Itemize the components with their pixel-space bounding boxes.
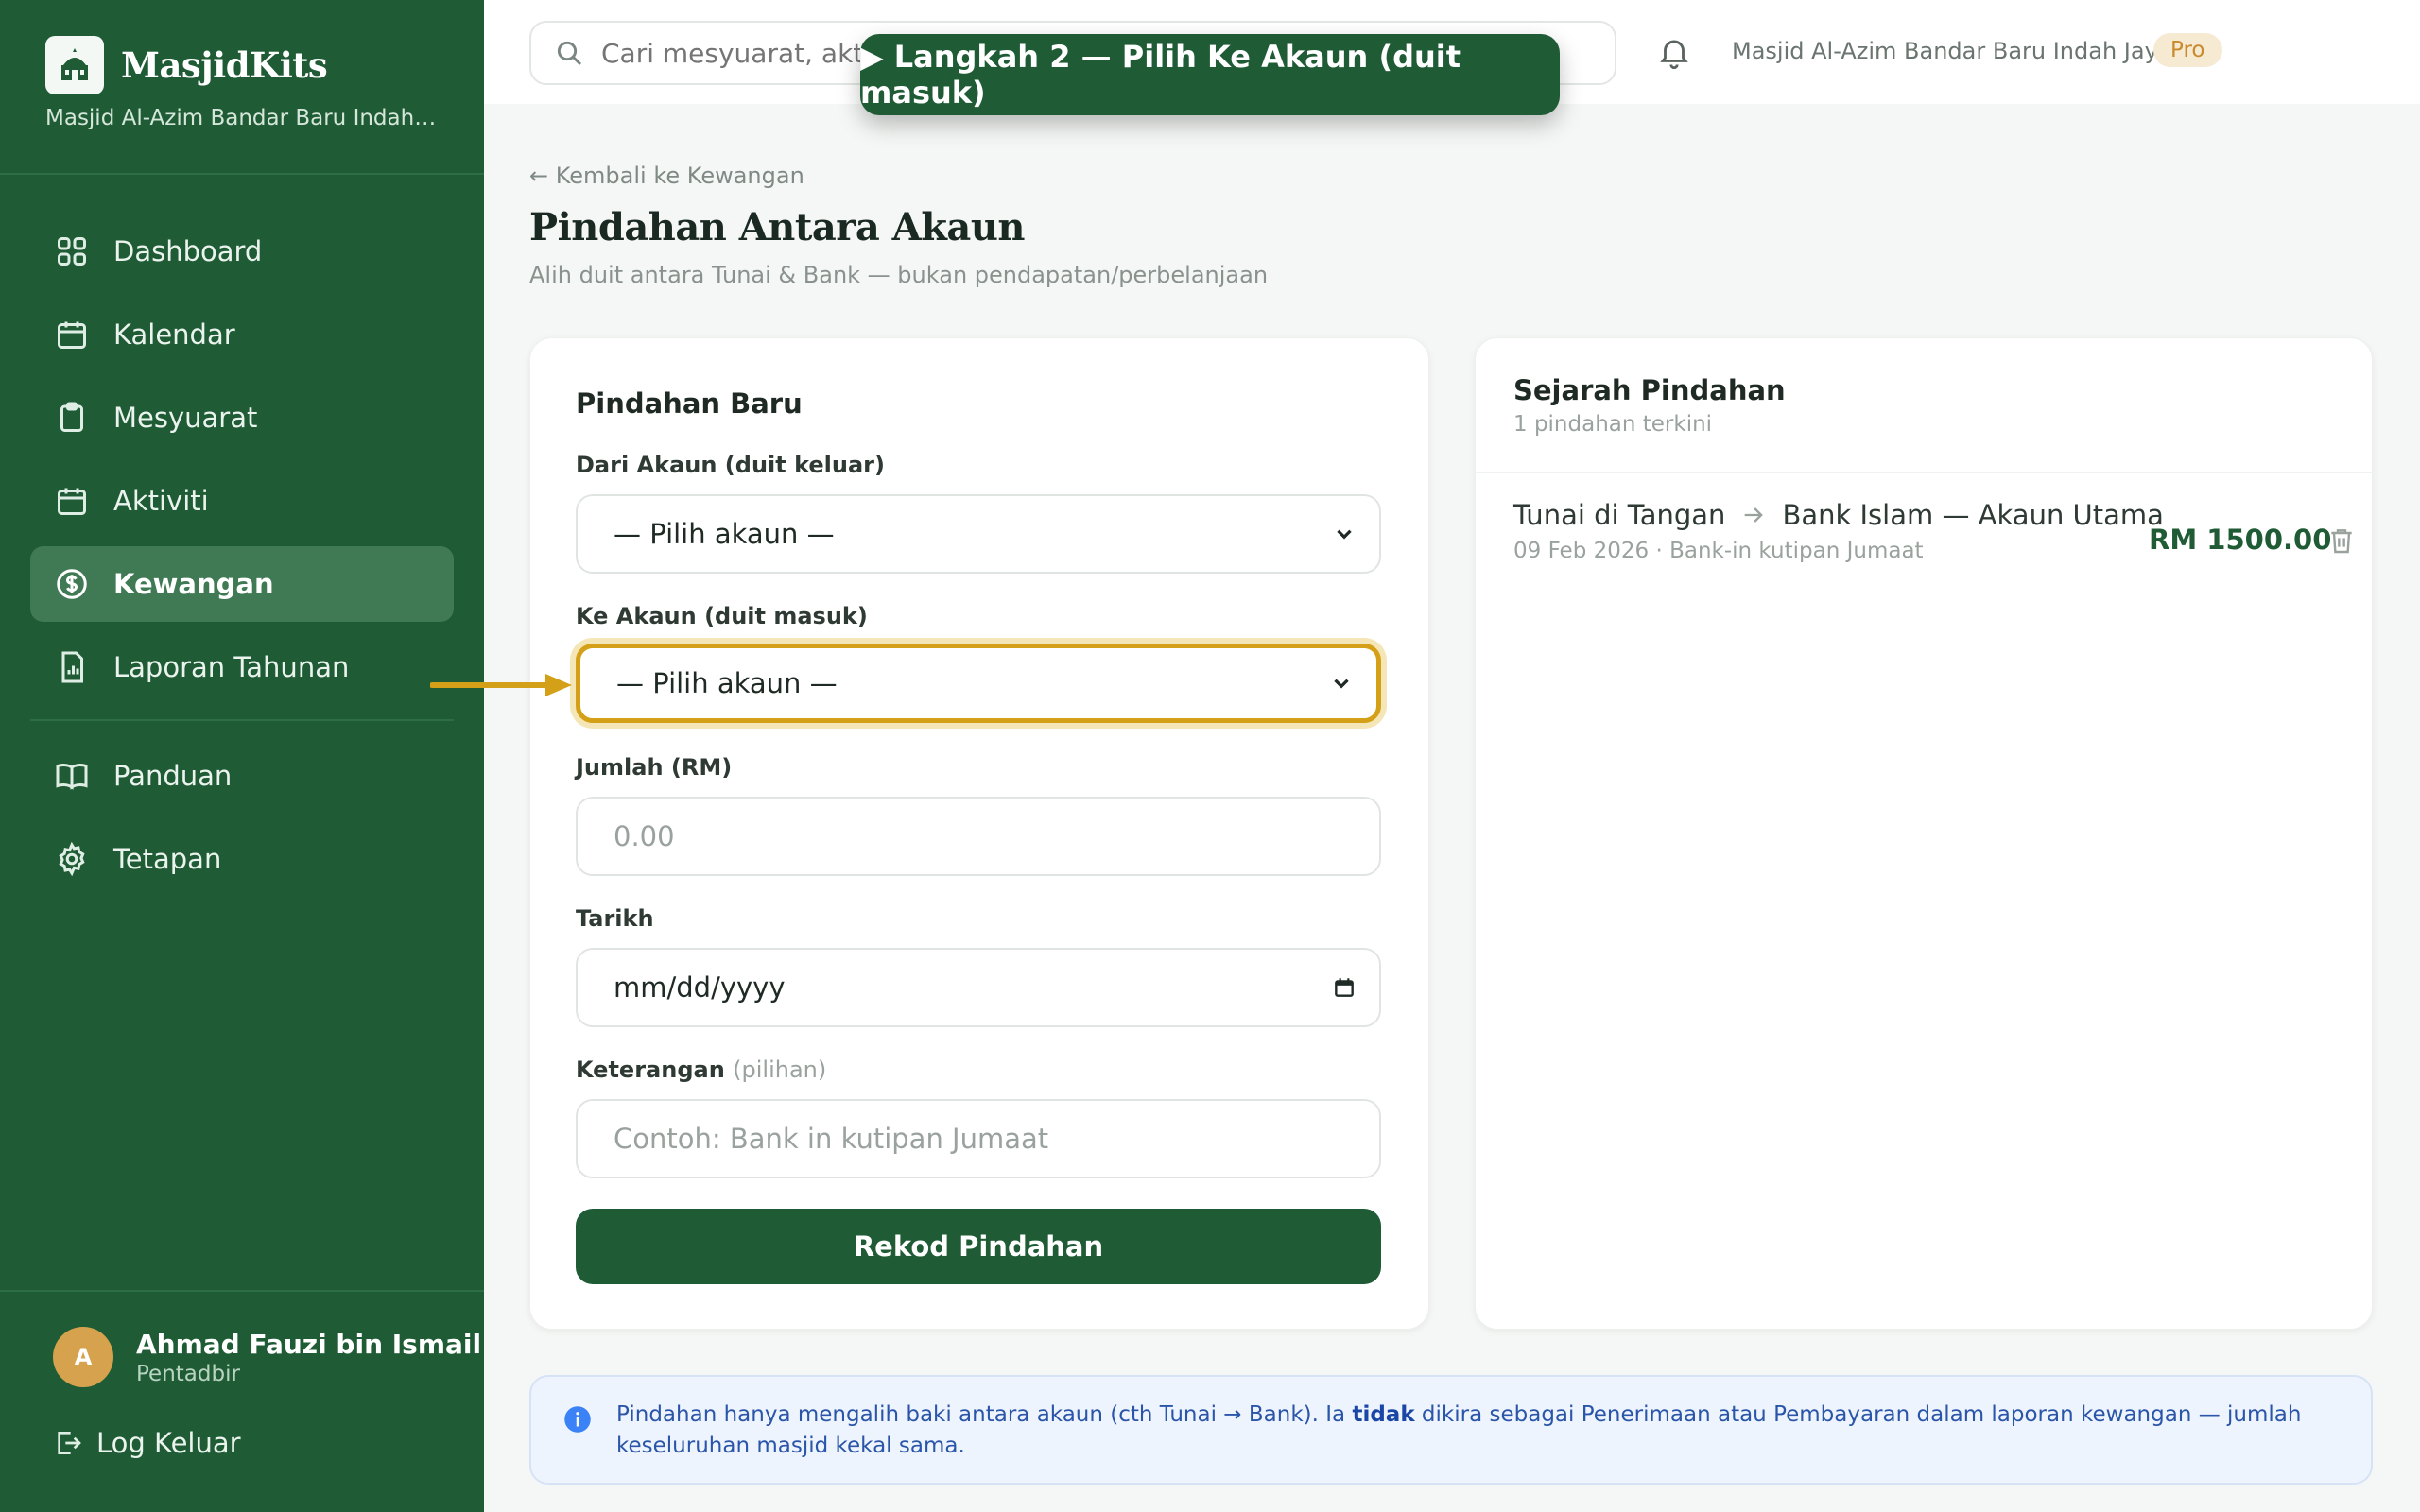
history-count: 1 pindahan terkini <box>1513 412 1713 437</box>
from-account-value: — Pilih akaun — <box>614 518 835 550</box>
avatar: A <box>53 1327 113 1387</box>
logout-label: Log Keluar <box>96 1427 241 1459</box>
user-name: Ahmad Fauzi bin Ismail <box>136 1328 482 1360</box>
info-emphasis: tidak <box>1352 1402 1415 1427</box>
sidebar-item-tetapan[interactable]: Tetapan <box>30 821 454 897</box>
logout-button[interactable]: Log Keluar <box>53 1427 241 1459</box>
sidebar-item-mesyuarat[interactable]: Mesyuarat <box>30 380 454 455</box>
sidebar-item-aktiviti[interactable]: Aktiviti <box>30 463 454 539</box>
sidebar-item-label: Panduan <box>113 760 233 792</box>
note-placeholder: Contoh: Bank in kutipan Jumaat <box>614 1123 1049 1155</box>
bell-icon[interactable] <box>1656 34 1692 70</box>
sidebar-item-label: Laporan Tahunan <box>113 651 350 683</box>
page-subtitle: Alih duit antara Tunai & Bank — bukan pe… <box>529 262 1269 288</box>
divider <box>0 1290 484 1292</box>
to-account-select[interactable]: — Pilih akaun — <box>576 644 1381 723</box>
mosque-name: Masjid Al-Azim Bandar Baru Indah Jaya <box>1732 38 2172 64</box>
mosque-name-short: Masjid Al-Azim Bandar Baru Indah J... <box>45 106 442 130</box>
back-link[interactable]: ← Kembali ke Kewangan <box>529 163 804 189</box>
sidebar-item-label: Dashboard <box>113 235 263 267</box>
page-title: Pindahan Antara Akaun <box>529 205 1026 249</box>
sidebar-item-dashboard[interactable]: Dashboard <box>30 214 454 289</box>
search-icon <box>557 41 582 66</box>
sidebar-item-label: Kewangan <box>113 568 274 600</box>
divider <box>0 173 484 175</box>
gear-icon <box>59 842 85 876</box>
note-input[interactable]: Contoh: Bank in kutipan Jumaat <box>576 1099 1381 1178</box>
user-role: Pentadbir <box>136 1361 240 1386</box>
book-icon <box>56 764 88 790</box>
report-icon <box>61 651 83 683</box>
transfer-history-card: Sejarah Pindahan 1 pindahan terkini Tuna… <box>1475 337 2374 1330</box>
to-account-value: — Pilih akaun — <box>616 667 838 699</box>
history-amount: RM 1500.00 <box>2149 524 2332 556</box>
user-profile[interactable]: A Ahmad Fauzi bin Ismail Pentadbir <box>53 1327 481 1387</box>
info-text: Pindahan hanya mengalih baki antara akau… <box>616 1402 2302 1458</box>
info-icon <box>564 1406 591 1433</box>
calendar-icon <box>58 488 86 515</box>
info-note: Pindahan hanya mengalih baki antara akau… <box>529 1375 2373 1485</box>
optional-hint: (pilihan) <box>733 1057 827 1083</box>
dollar-icon <box>57 569 87 599</box>
divider <box>1476 472 2374 473</box>
sidebar: MasjidKits Masjid Al-Azim Bandar Baru In… <box>0 0 484 1512</box>
brand[interactable]: MasjidKits <box>45 36 328 94</box>
amount-placeholder: 0.00 <box>614 820 675 852</box>
calendar-icon <box>58 321 86 349</box>
form-title: Pindahan Baru <box>576 387 803 420</box>
clipboard-icon <box>60 402 83 432</box>
amount-label: Jumlah (RM) <box>576 754 733 781</box>
pointer-arrow-icon <box>430 674 572 696</box>
plan-badge: Pro <box>2153 33 2222 67</box>
date-input[interactable]: mm/dd/yyyy <box>576 948 1381 1027</box>
history-from-account: Tunai di Tangan <box>1513 499 1726 531</box>
app-name: MasjidKits <box>121 44 328 86</box>
history-to-account: Bank Islam — Akaun Utama <box>1782 499 2164 531</box>
calendar-icon[interactable] <box>1332 975 1357 1000</box>
note-label: Keterangan (pilihan) <box>576 1057 827 1083</box>
mosque-logo-icon <box>45 36 104 94</box>
date-label: Tarikh <box>576 905 654 932</box>
sidebar-item-label: Tetapan <box>113 843 222 875</box>
chevron-down-icon <box>1334 679 1349 689</box>
grid-icon <box>58 237 86 266</box>
from-account-select[interactable]: — Pilih akaun — <box>576 494 1381 574</box>
sidebar-item-kewangan[interactable]: Kewangan <box>30 546 454 622</box>
amount-input[interactable]: 0.00 <box>576 797 1381 876</box>
sidebar-item-kalendar[interactable]: Kalendar <box>30 297 454 372</box>
history-row: Tunai di Tangan Bank Islam — Akaun Utama… <box>1513 499 2352 575</box>
trash-icon[interactable] <box>2326 525 2357 556</box>
from-account-label: Dari Akaun (duit keluar) <box>576 452 885 478</box>
tutorial-step-banner: ▶ Langkah 2 — Pilih Ke Akaun (duit masuk… <box>860 34 1560 115</box>
transfer-form-card: Pindahan Baru Dari Akaun (duit keluar) —… <box>529 337 1429 1330</box>
sidebar-item-label: Mesyuarat <box>113 402 258 434</box>
sidebar-item-laporan-tahunan[interactable]: Laporan Tahunan <box>30 629 454 705</box>
history-title: Sejarah Pindahan <box>1513 374 1786 406</box>
sidebar-item-label: Aktiviti <box>113 485 209 517</box>
arrow-right-icon <box>1745 507 1764 523</box>
date-placeholder: mm/dd/yyyy <box>614 971 786 1004</box>
to-account-label: Ke Akaun (duit masuk) <box>576 603 868 629</box>
submit-transfer-button[interactable]: Rekod Pindahan <box>576 1209 1381 1284</box>
sidebar-item-label: Kalendar <box>113 318 235 351</box>
logout-icon <box>58 1432 81 1454</box>
sidebar-item-panduan[interactable]: Panduan <box>30 738 454 814</box>
chevron-down-icon <box>1337 529 1352 540</box>
divider <box>30 719 454 721</box>
